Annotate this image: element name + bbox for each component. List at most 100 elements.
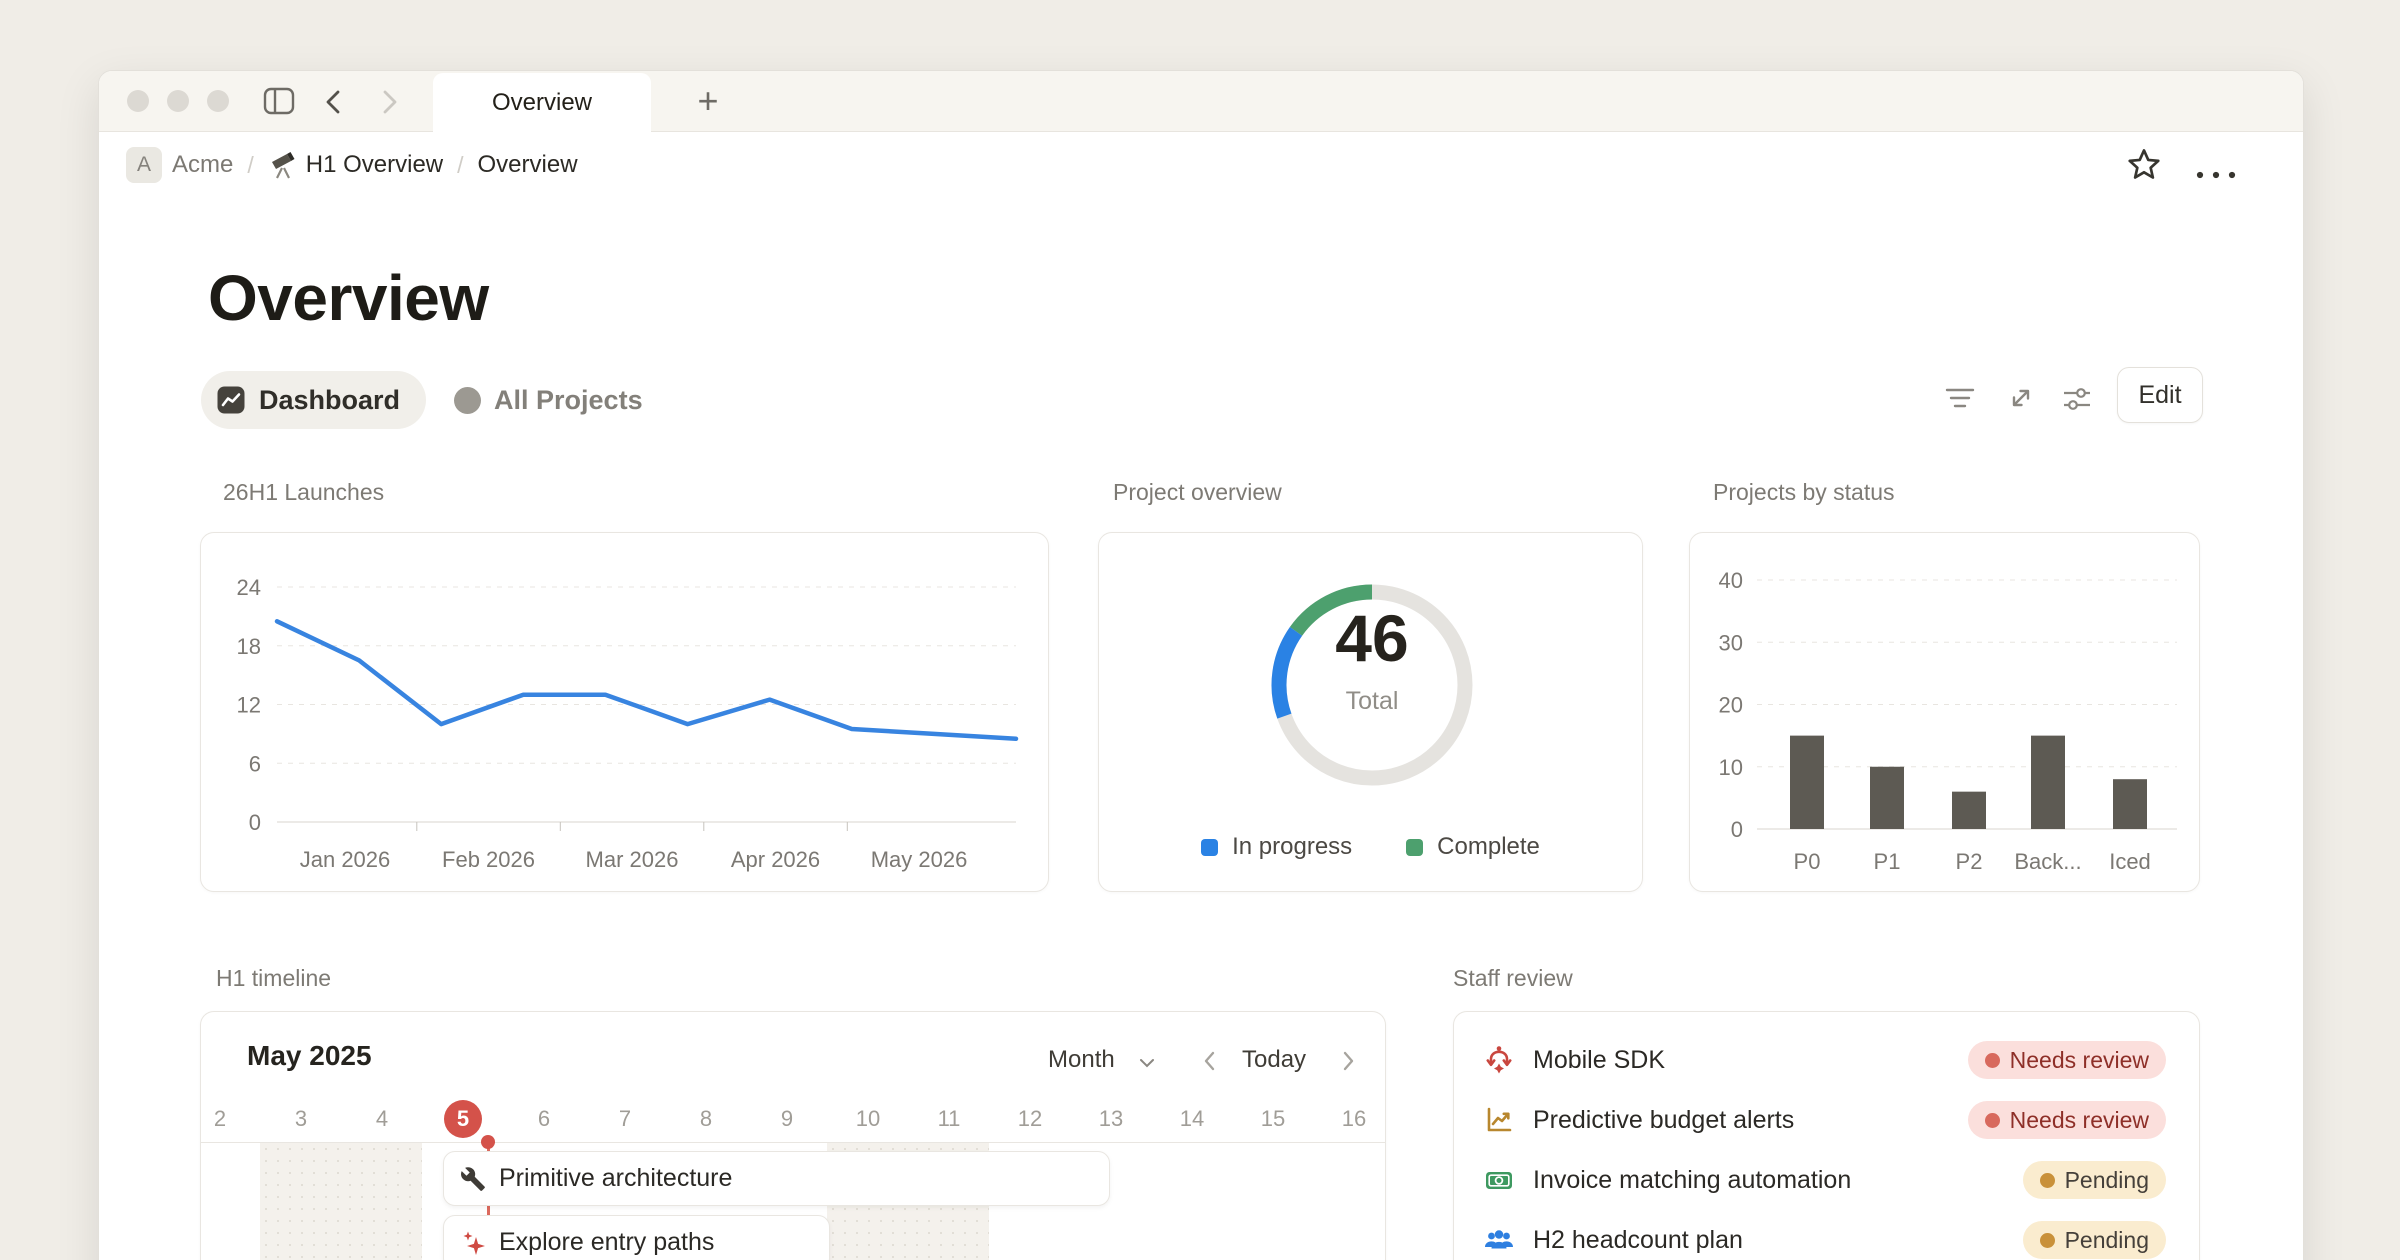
staff-review-row[interactable]: Invoice matching automation Pending [1454,1150,2199,1210]
timeline-view-mode-dropdown[interactable]: Month [1048,1046,1115,1074]
edit-button[interactable]: Edit [2117,367,2203,423]
staff-review-row[interactable]: H2 headcount plan Pending [1454,1210,2199,1260]
wrench-icon [460,1166,486,1192]
svg-text:Apr 2026: Apr 2026 [731,847,820,872]
donut-total-caption: Total [1262,687,1482,716]
staff-review-row[interactable]: Predictive budget alerts Needs review [1454,1090,2199,1150]
settings-sliders-icon[interactable] [2061,384,2093,419]
view-tabs: Dashboard All Projects [201,371,643,429]
timeline-day: 9 [767,1100,807,1138]
timeline-today-marker [481,1135,495,1149]
breadcrumb-workspace[interactable]: Acme [172,151,233,179]
status-badge[interactable]: Needs review [1968,1101,2166,1139]
svg-text:10: 10 [1719,755,1743,780]
svg-text:P1: P1 [1874,849,1901,874]
svg-text:12: 12 [237,693,261,718]
timeline-day: 3 [281,1100,321,1138]
timeline-card-label: H1 timeline [216,965,331,992]
new-tab-button[interactable]: + [686,79,730,123]
edit-button-label: Edit [2138,381,2181,410]
sparkles-icon [460,1230,486,1256]
timeline-day-today: 5 [444,1100,482,1138]
timeline-weekend-shade [260,1143,422,1260]
svg-text:24: 24 [237,575,261,600]
svg-text:40: 40 [1719,568,1743,593]
legend-in-progress: In progress [1201,833,1352,861]
filter-icon[interactable] [1944,385,1976,418]
chevron-down-icon[interactable] [1138,1056,1156,1074]
forward-icon[interactable] [376,87,402,122]
timeline-day: 4 [362,1100,402,1138]
donut-center: 46 Total [1262,603,1482,716]
sidebar-toggle-icon[interactable] [263,87,295,120]
timeline-day: 6 [524,1100,564,1138]
breadcrumb-current-page[interactable]: Overview [478,151,578,179]
status-badge-label: Pending [2065,1167,2149,1194]
timeline-day: 2 [200,1100,240,1138]
status-dot [1985,1053,2000,1068]
svg-text:18: 18 [237,634,261,659]
window-close-button[interactable] [127,90,149,112]
status-badge[interactable]: Pending [2023,1161,2166,1199]
expand-icon[interactable] [2006,383,2036,418]
circle-icon [454,387,481,414]
staff-review-card: Mobile SDK Needs review Predictive budge… [1453,1011,2200,1260]
breadcrumb-parent-page[interactable]: H1 Overview [306,151,443,179]
timeline-day: 10 [848,1100,888,1138]
view-tab-all-projects[interactable]: All Projects [454,385,643,416]
window-zoom-button[interactable] [207,90,229,112]
more-options-icon[interactable] [2193,160,2239,188]
timeline-days: 2345678910111213141516 [201,1092,1385,1143]
svg-text:20: 20 [1719,693,1743,718]
projects-by-status-card: 010203040P0P1P2Back...Iced [1689,532,2200,892]
donut-legend: In progress Complete [1099,833,1642,861]
projects-by-status-card-label: Projects by status [1713,479,1895,506]
timeline-day: 15 [1253,1100,1293,1138]
svg-text:6: 6 [249,751,261,776]
timeline-day: 7 [605,1100,645,1138]
staff-item-title: Invoice matching automation [1533,1166,1851,1195]
timeline-prev-icon[interactable] [1201,1048,1217,1079]
timeline-month-title: May 2025 [247,1040,372,1072]
legend-complete: Complete [1406,833,1540,861]
view-tab-all-projects-label: All Projects [494,385,643,416]
view-tab-dashboard[interactable]: Dashboard [201,371,426,429]
status-dot [1985,1113,2000,1128]
timeline-next-icon[interactable] [1341,1048,1357,1079]
timeline-event[interactable]: Primitive architecture [443,1151,1110,1206]
merge-icon [1482,1043,1516,1077]
svg-text:0: 0 [249,810,261,835]
status-badge-label: Needs review [2010,1107,2149,1134]
timeline-event-title: Primitive architecture [499,1164,732,1193]
status-badge[interactable]: Pending [2023,1221,2166,1259]
window-minimize-button[interactable] [167,90,189,112]
timeline-day: 16 [1334,1100,1374,1138]
timeline-event-title: Explore entry paths [499,1228,714,1257]
workspace-badge[interactable]: A [126,147,162,183]
timeline-event[interactable]: Explore entry paths [443,1215,830,1260]
status-badge-label: Pending [2065,1227,2149,1254]
legend-complete-label: Complete [1437,833,1540,861]
back-icon[interactable] [321,87,347,122]
staff-review-row[interactable]: Mobile SDK Needs review [1454,1030,2199,1090]
breadcrumb: A Acme / H1 Overview / Overview [99,132,2303,198]
timeline-day: 12 [1010,1100,1050,1138]
status-badge[interactable]: Needs review [1968,1041,2166,1079]
legend-swatch-in-progress [1201,839,1218,856]
svg-text:30: 30 [1719,630,1743,655]
timeline-today-button[interactable]: Today [1242,1046,1306,1074]
status-dot [2040,1173,2055,1188]
favorite-star-icon[interactable] [2125,146,2163,191]
tab-title: Overview [492,89,592,117]
project-overview-card-label: Project overview [1113,479,1282,506]
legend-in-progress-label: In progress [1232,833,1352,861]
status-dot [2040,1233,2055,1248]
staff-review-card-label: Staff review [1453,965,1573,992]
tab-overview[interactable]: Overview [433,73,651,132]
legend-swatch-complete [1406,839,1423,856]
svg-text:May 2026: May 2026 [871,847,968,872]
launches-chart-card: 06121824Jan 2026Feb 2026Mar 2026Apr 2026… [200,532,1049,892]
projects-by-status-bar-chart: 010203040P0P1P2Back...Iced [1690,533,2201,893]
svg-text:P0: P0 [1794,849,1821,874]
svg-text:Mar 2026: Mar 2026 [586,847,679,872]
